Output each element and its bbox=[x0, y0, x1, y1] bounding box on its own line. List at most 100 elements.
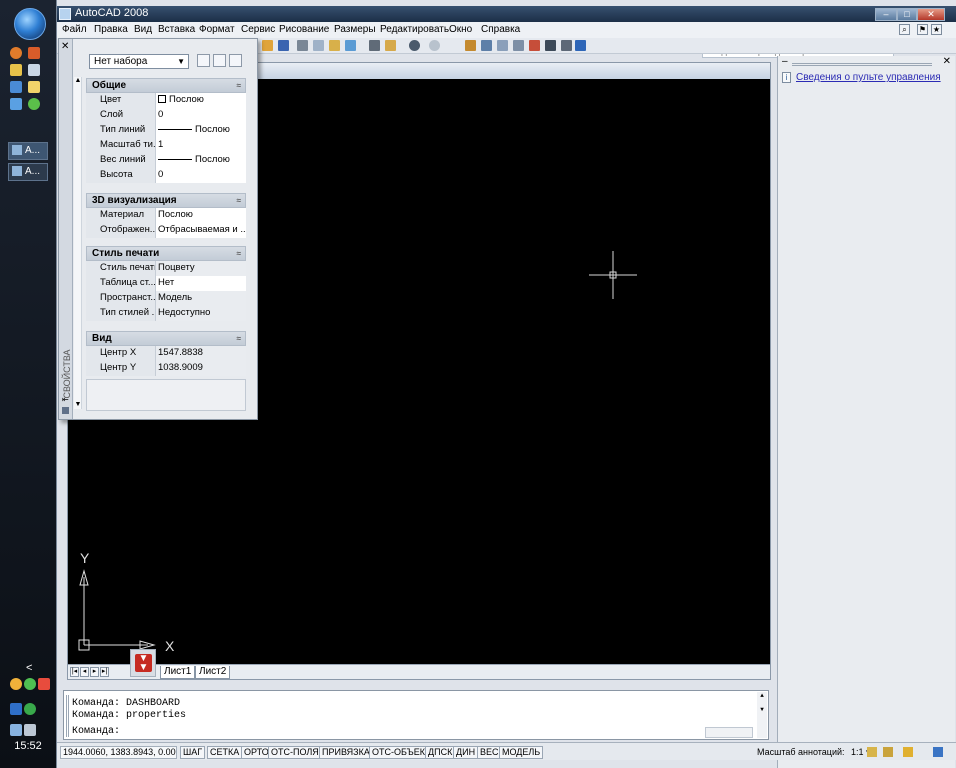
dashboard-minimize-icon[interactable]: – bbox=[782, 56, 788, 67]
coordinates-display[interactable]: 1944.0060, 1383.8943, 0.0000 bbox=[60, 746, 177, 759]
quicklaunch-notes-icon[interactable] bbox=[28, 81, 40, 93]
save-icon[interactable] bbox=[278, 40, 289, 51]
quicklaunch-explorer-icon[interactable] bbox=[10, 64, 22, 76]
taskbar-button-autocad-1[interactable]: A... bbox=[8, 142, 48, 160]
autocad-app-icon[interactable] bbox=[59, 8, 71, 20]
first-tab-button[interactable]: |◂ bbox=[70, 667, 79, 677]
pan-icon[interactable] bbox=[465, 40, 476, 51]
command-prompt[interactable]: Команда: bbox=[72, 726, 120, 737]
quicklaunch-green-icon[interactable] bbox=[28, 98, 40, 110]
search-icon[interactable]: ⌕ bbox=[899, 24, 910, 35]
tray-display-icon[interactable] bbox=[10, 724, 22, 736]
property-row[interactable]: Стиль печати Поцвету bbox=[86, 261, 246, 276]
property-row[interactable]: Отображен... Отбрасываемая и ... bbox=[86, 223, 246, 238]
property-row[interactable]: Таблица ст... Нет bbox=[86, 276, 246, 291]
property-row[interactable]: Материал Послою bbox=[86, 208, 246, 223]
maximize-button[interactable]: □ bbox=[897, 8, 917, 21]
property-row[interactable]: Слой 0 bbox=[86, 108, 246, 123]
calculator-icon[interactable] bbox=[561, 40, 572, 51]
toggle-snap[interactable]: ШАГ bbox=[180, 746, 206, 759]
tray-antivirus-icon[interactable] bbox=[38, 678, 50, 690]
model-tab-button[interactable]: ▼ ▼ bbox=[130, 649, 156, 677]
tray-network-icon[interactable] bbox=[10, 678, 22, 690]
auto-scale-icon[interactable] bbox=[883, 747, 893, 757]
volume-icon[interactable] bbox=[24, 724, 36, 736]
tray-language-icon[interactable] bbox=[10, 703, 22, 715]
tool-palettes-icon[interactable] bbox=[513, 40, 524, 51]
section-header[interactable]: 3D визуализация ≈ bbox=[86, 193, 246, 208]
property-row[interactable]: Вес линий Послою bbox=[86, 153, 246, 168]
quicklaunch-app-icon[interactable] bbox=[28, 47, 40, 59]
copy-icon[interactable] bbox=[385, 40, 396, 51]
taskbar-button-autocad-2[interactable]: A... bbox=[8, 163, 48, 181]
command-horizontal-scrollbar[interactable] bbox=[705, 727, 753, 738]
tab-layout2[interactable]: Лист2 bbox=[195, 666, 231, 679]
section-header[interactable]: Стиль печати ≈ bbox=[86, 246, 246, 261]
property-row[interactable]: Пространст... Модель bbox=[86, 291, 246, 306]
tab-layout1[interactable]: Лист1 bbox=[160, 666, 196, 679]
property-row[interactable]: Высота 0 bbox=[86, 168, 246, 183]
quicklaunch-firefox-icon[interactable] bbox=[10, 47, 22, 59]
minimize-button[interactable]: – bbox=[875, 8, 897, 21]
menu-file[interactable]: Файл bbox=[62, 24, 87, 35]
next-tab-button[interactable]: ▸ bbox=[90, 667, 99, 677]
tray-update-icon[interactable] bbox=[24, 703, 36, 715]
property-row[interactable]: Масштаб ти... 1 bbox=[86, 138, 246, 153]
menu-view[interactable]: Вид bbox=[134, 24, 152, 35]
sheet-set-icon[interactable] bbox=[529, 40, 540, 51]
dashboard-header[interactable]: – ✕ bbox=[778, 56, 954, 68]
last-tab-button[interactable]: ▸| bbox=[100, 667, 109, 677]
command-line-grip[interactable] bbox=[66, 695, 69, 737]
toggle-otrack[interactable]: ОТС-ОБЪЕКТ bbox=[369, 746, 434, 759]
quicklaunch-tool-icon[interactable] bbox=[28, 64, 40, 76]
plot-preview-icon[interactable] bbox=[313, 40, 324, 51]
match-properties-icon[interactable] bbox=[262, 40, 273, 51]
menu-draw[interactable]: Рисование bbox=[279, 24, 329, 35]
property-row[interactable]: Цвет Послою bbox=[86, 93, 246, 108]
prev-tab-button[interactable]: ◂ bbox=[80, 667, 89, 677]
close-button[interactable]: ✕ bbox=[917, 8, 945, 21]
favorites-star-icon[interactable]: ★ bbox=[931, 24, 942, 35]
markup-icon[interactable] bbox=[545, 40, 556, 51]
toggle-dyn[interactable]: ДИН bbox=[453, 746, 479, 759]
select-objects-icon[interactable] bbox=[213, 54, 226, 67]
tray-security-icon[interactable] bbox=[24, 678, 36, 690]
toggle-osnap[interactable]: ПРИВЯЗКА bbox=[319, 746, 373, 759]
menu-modify[interactable]: Редактировать bbox=[380, 24, 449, 35]
clean-screen-icon[interactable] bbox=[933, 747, 943, 757]
toolbar-lock-icon[interactable] bbox=[903, 747, 913, 757]
menu-insert[interactable]: Вставка bbox=[158, 24, 195, 35]
taskbar-clock[interactable]: 15:52 bbox=[6, 740, 50, 752]
palette-autohide-icon[interactable]: ⇤ bbox=[62, 395, 69, 404]
communication-center-icon[interactable]: ⚑ bbox=[917, 24, 928, 35]
publish-icon[interactable] bbox=[329, 40, 340, 51]
toggle-lwt[interactable]: ВЕС bbox=[477, 746, 502, 759]
undo-icon[interactable] bbox=[409, 40, 420, 51]
properties-icon[interactable] bbox=[481, 40, 492, 51]
palette-close-icon[interactable]: ✕ bbox=[61, 41, 69, 52]
start-orb-icon[interactable] bbox=[14, 8, 46, 40]
3d-dwf-icon[interactable] bbox=[345, 40, 356, 51]
selection-dropdown[interactable]: Нет набора ▼ bbox=[89, 54, 189, 69]
redo-icon[interactable] bbox=[429, 40, 440, 51]
dashboard-info-link[interactable]: Сведения о пульте управления bbox=[796, 72, 941, 83]
toggle-grid[interactable]: СЕТКА bbox=[207, 746, 243, 759]
annotation-scale-value[interactable]: 1:1 bbox=[851, 747, 864, 757]
menu-dimension[interactable]: Размеры bbox=[334, 24, 376, 35]
quicklaunch-desktop-icon[interactable] bbox=[10, 98, 22, 110]
properties-side-bar[interactable]: ✕ СВОЙСТВА ⇤ bbox=[59, 39, 73, 419]
dashboard-close-icon[interactable]: ✕ bbox=[943, 56, 951, 67]
menu-format[interactable]: Формат bbox=[199, 24, 235, 35]
property-row[interactable]: Тип линий Послою bbox=[86, 123, 246, 138]
print-icon[interactable] bbox=[297, 40, 308, 51]
scroll-down-icon[interactable]: ▼ bbox=[74, 401, 82, 409]
cut-icon[interactable] bbox=[369, 40, 380, 51]
property-row[interactable]: Центр X 1547.8838 bbox=[86, 346, 246, 361]
annotation-visibility-icon[interactable] bbox=[867, 747, 877, 757]
help-icon[interactable] bbox=[575, 40, 586, 51]
design-center-icon[interactable] bbox=[497, 40, 508, 51]
toggle-model[interactable]: МОДЕЛЬ bbox=[499, 746, 544, 759]
quicklaunch-media-icon[interactable] bbox=[10, 81, 22, 93]
show-hidden-icons-button[interactable]: < bbox=[26, 662, 32, 674]
menu-tools[interactable]: Сервис bbox=[241, 24, 275, 35]
